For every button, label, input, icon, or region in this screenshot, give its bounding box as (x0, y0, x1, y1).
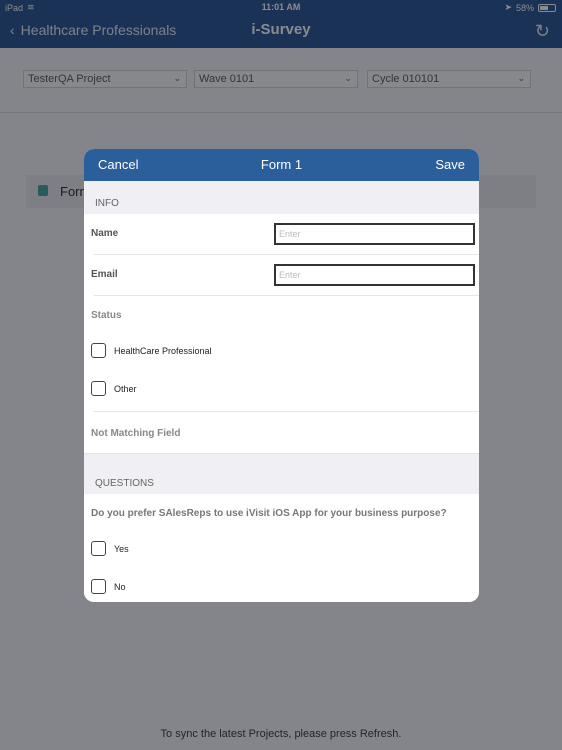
email-row: Email (84, 255, 479, 296)
checkbox[interactable] (91, 579, 106, 594)
email-label: Email (91, 269, 118, 280)
modal-header: Cancel Form 1 Save (84, 149, 479, 181)
status-row: Status HealthCare Professional Other (84, 296, 479, 412)
name-row: Name (84, 214, 479, 255)
email-input[interactable] (274, 264, 475, 286)
question-row: Do you prefer SAlesReps to use iVisit iO… (84, 494, 479, 600)
checkbox[interactable] (91, 381, 106, 396)
answer-option-yes[interactable]: Yes (91, 541, 129, 556)
not-matching-label: Not Matching Field (91, 428, 181, 439)
status-label: Status (91, 310, 122, 321)
not-matching-row: Not Matching Field (84, 412, 479, 453)
name-input[interactable] (274, 223, 475, 245)
option-label: Other (114, 383, 137, 394)
info-section-label: INFO (95, 198, 119, 209)
answer-option-no[interactable]: No (91, 579, 126, 594)
info-section-header: INFO (84, 181, 479, 214)
form-modal: Cancel Form 1 Save INFO Name Email Statu… (84, 149, 479, 602)
questions-section-label: QUESTIONS (95, 478, 154, 489)
status-option-other[interactable]: Other (91, 381, 137, 396)
option-label: HealthCare Professional (114, 345, 212, 356)
modal-title: Form 1 (260, 157, 303, 172)
checkbox[interactable] (91, 541, 106, 556)
checkbox[interactable] (91, 343, 106, 358)
save-button[interactable]: Save (435, 157, 465, 172)
status-option-healthcare[interactable]: HealthCare Professional (91, 343, 212, 358)
option-label: No (114, 581, 126, 592)
name-label: Name (91, 228, 119, 239)
questions-section-header: QUESTIONS (84, 453, 479, 494)
question-text: Do you prefer SAlesReps to use iVisit iO… (91, 508, 447, 519)
option-label: Yes (114, 543, 129, 554)
